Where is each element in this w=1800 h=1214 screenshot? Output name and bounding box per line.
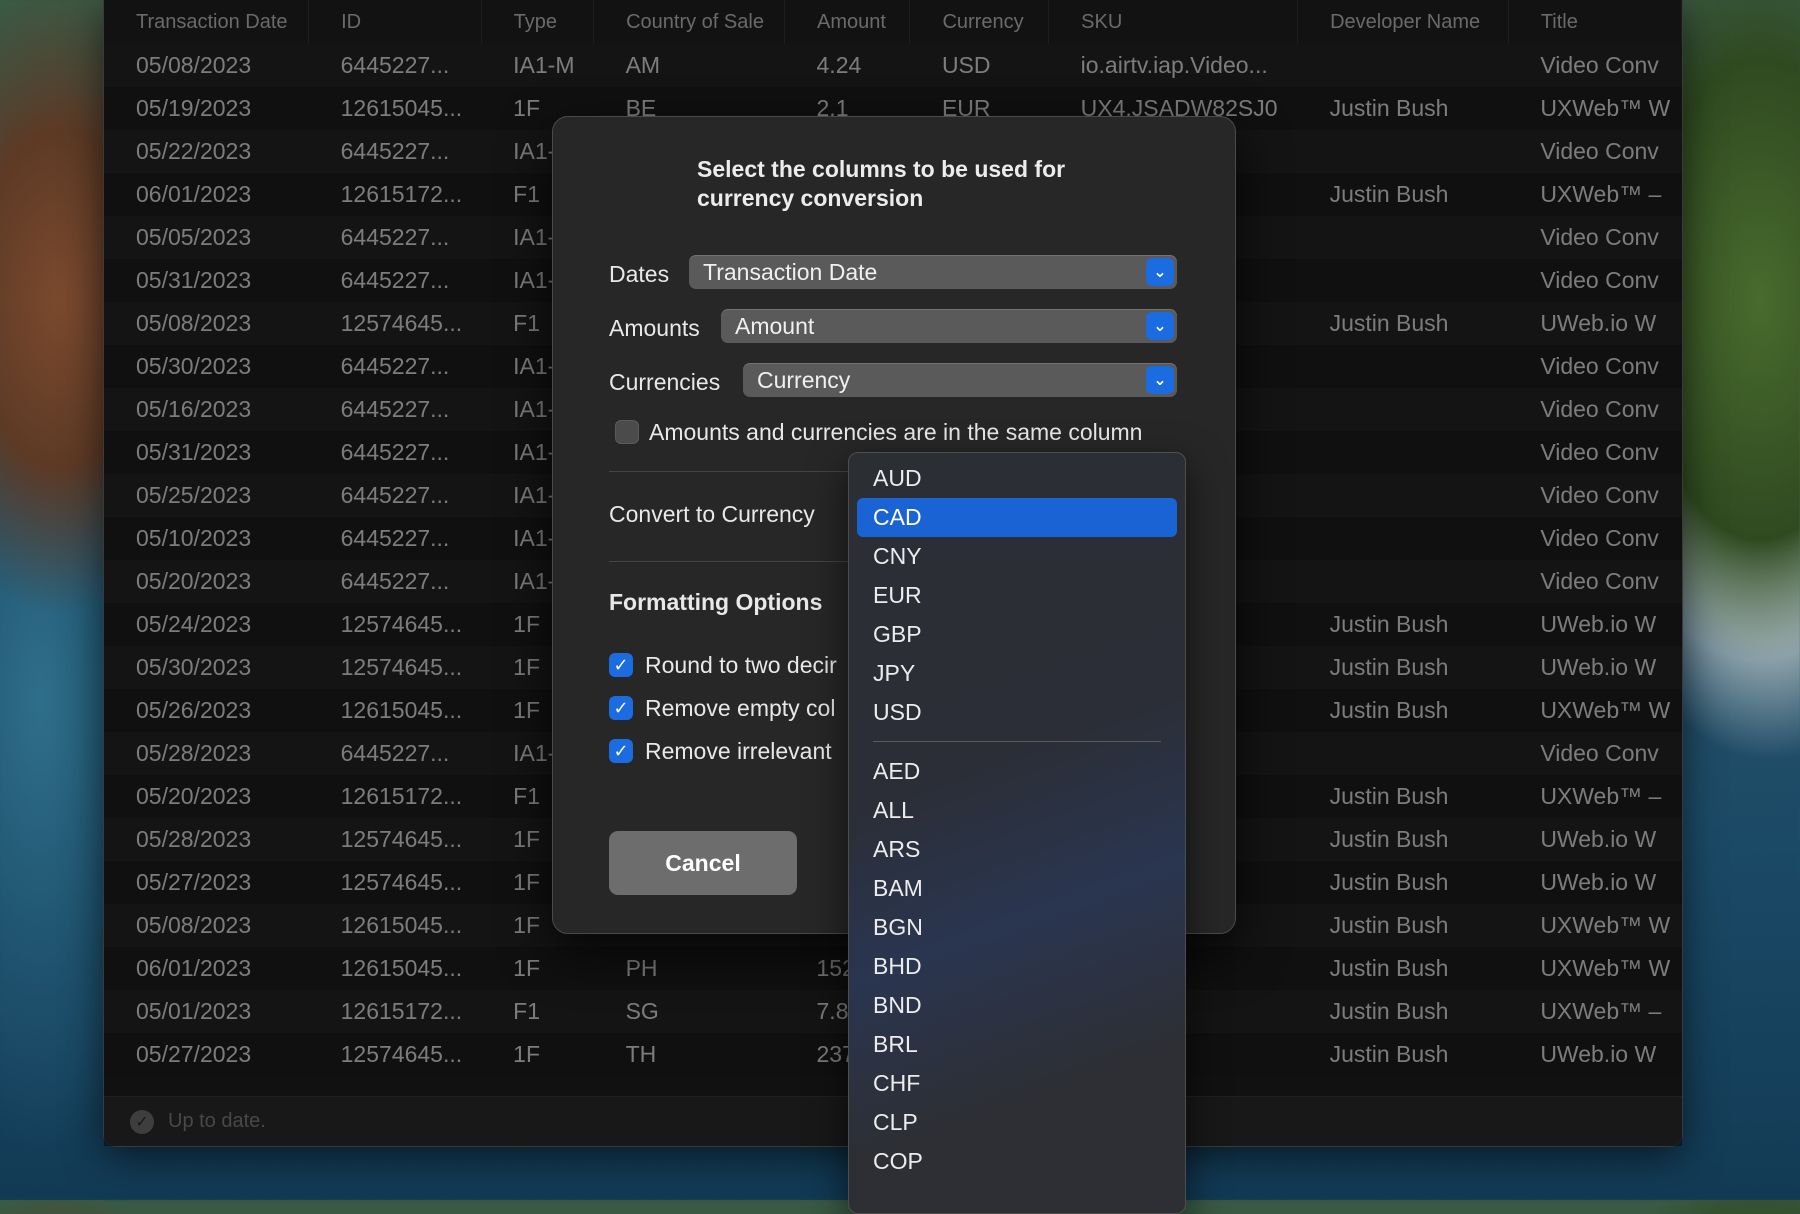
chevron-down-icon: ⌄ [1146, 258, 1174, 286]
same-column-checkbox[interactable] [615, 420, 639, 444]
same-column-label: Amounts and currencies are in the same c… [649, 419, 1143, 445]
currency-option-jpy[interactable]: JPY [857, 654, 1177, 693]
dates-popup[interactable]: Transaction Date ⌄ [689, 255, 1177, 289]
currency-option-bgn[interactable]: BGN [857, 908, 1177, 947]
round-option-label: Round to two decir [645, 652, 837, 678]
convert-to-currency-label: Convert to Currency [609, 501, 815, 527]
chevron-down-icon: ⌄ [1146, 312, 1174, 340]
amounts-label: Amounts [609, 315, 700, 341]
dates-popup-value: Transaction Date [703, 258, 878, 285]
currencies-popup-value: Currency [757, 366, 851, 393]
currency-option-bam[interactable]: BAM [857, 869, 1177, 908]
currency-option-aud[interactable]: AUD [857, 459, 1177, 498]
remove-empty-checkbox[interactable]: ✓ [609, 696, 633, 720]
menu-divider [873, 741, 1161, 742]
currency-option-aed[interactable]: AED [857, 752, 1177, 791]
remove-irrelevant-option-label: Remove irrelevant [645, 738, 832, 764]
remove-empty-option-label: Remove empty col [645, 695, 836, 721]
currency-option-all[interactable]: ALL [857, 791, 1177, 830]
dates-label: Dates [609, 261, 670, 287]
dialog-title: Select the columns to be used for curren… [697, 156, 1066, 211]
currency-option-ars[interactable]: ARS [857, 830, 1177, 869]
amounts-popup[interactable]: Amount ⌄ [721, 309, 1177, 343]
formatting-options-title: Formatting Options [609, 589, 823, 615]
currency-option-usd[interactable]: USD [857, 693, 1177, 732]
remove-irrelevant-checkbox[interactable]: ✓ [609, 739, 633, 763]
currency-dropdown-menu: AUD CAD CNY EUR GBP JPY USD AED ALL ARS BAM BGN BHD B… [848, 452, 1186, 1214]
currency-option-bnd[interactable]: BND [857, 986, 1177, 1025]
currency-option-brl[interactable]: BRL [857, 1025, 1177, 1064]
currency-option-cad[interactable]: CAD [857, 498, 1177, 537]
amounts-popup-value: Amount [735, 312, 815, 339]
currency-option-cop[interactable]: COP [857, 1142, 1177, 1181]
currency-option-chf[interactable]: CHF [857, 1064, 1177, 1103]
currency-option-gbp[interactable]: GBP [857, 615, 1177, 654]
chevron-down-icon: ⌄ [1146, 366, 1174, 394]
currency-option-clp[interactable]: CLP [857, 1103, 1177, 1142]
currency-option-bhd[interactable]: BHD [857, 947, 1177, 986]
round-checkbox[interactable]: ✓ [609, 653, 633, 677]
currency-option-cny[interactable]: CNY [857, 537, 1177, 576]
currency-option-eur[interactable]: EUR [857, 576, 1177, 615]
currencies-label: Currencies [609, 369, 721, 395]
currencies-popup[interactable]: Currency ⌄ [743, 363, 1177, 397]
cancel-button[interactable]: Cancel [609, 831, 797, 895]
